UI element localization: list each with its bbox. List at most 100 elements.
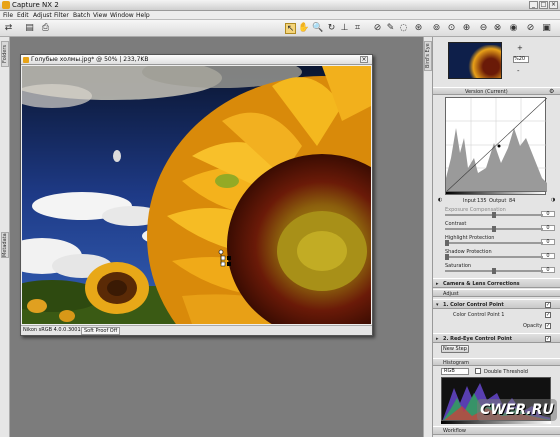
left-tab-strip: Folders Metadata (0, 37, 10, 437)
histogram-section[interactable]: Histogram (433, 358, 560, 366)
ccp-step-label: 1. Color Control Point (443, 302, 504, 308)
adjust-section[interactable]: Adjust (433, 289, 560, 297)
menu-window[interactable]: Window (110, 12, 134, 19)
shadow-field[interactable]: 0 (541, 253, 555, 259)
lasso-tool-icon[interactable]: ◌ (398, 23, 409, 34)
menu-adjust[interactable]: Adjust (33, 12, 52, 19)
zoom-tool-icon[interactable]: 🔍 (312, 23, 323, 34)
opacity-checkbox[interactable]: ✓ (545, 323, 551, 329)
highlight-label: Highlight Protection (445, 235, 495, 241)
auto-retouch-icon[interactable]: ⊚ (431, 23, 442, 34)
crop-tool-icon[interactable]: ⌗ (352, 23, 363, 34)
double-threshold-label: Double Threshold (484, 369, 528, 375)
selection-control-point-icon[interactable]: ⊘ (525, 23, 536, 34)
ccp-item-checkbox[interactable]: ✓ (545, 312, 551, 318)
input-gradient (445, 191, 546, 195)
redeye-step-label: 2. Red-Eye Control Point (443, 336, 512, 342)
saturation-slider[interactable] (445, 268, 543, 274)
menu-file[interactable]: File (3, 12, 13, 19)
direct-select-tool-icon[interactable]: ↖ (285, 23, 296, 34)
settings-gear-icon[interactable]: ⚙ (549, 88, 554, 95)
contrast-slider[interactable] (445, 226, 543, 232)
menu-filter[interactable]: Filter (54, 12, 69, 19)
histogram-label: Histogram (443, 360, 469, 366)
app-logo-icon (2, 1, 10, 9)
zoom-in-icon[interactable]: + (517, 44, 523, 52)
document-icon (23, 57, 29, 63)
version-label: Version (465, 89, 484, 95)
collapse-arrow-icon[interactable]: ▾ (436, 302, 439, 308)
menu-view[interactable]: View (93, 12, 107, 19)
close-button[interactable]: × (549, 1, 558, 9)
app-title: Capture NX 2 (12, 1, 59, 9)
new-step-button[interactable]: New Step (441, 345, 469, 353)
color-picker-icon[interactable]: ▣ (541, 23, 552, 34)
hand-tool-icon[interactable]: ✋ (298, 23, 309, 34)
version-value[interactable]: (Current) (485, 89, 508, 95)
contrast-label: Contrast (445, 221, 467, 227)
cwer-watermark: CWER.RU (477, 399, 557, 421)
tab-folders[interactable]: Folders (1, 41, 9, 67)
rotate-tool-icon[interactable]: ↻ (326, 23, 337, 34)
maximize-button[interactable]: □ (539, 1, 548, 9)
red-eye-control-point-icon[interactable]: ◉ (508, 23, 519, 34)
straighten-tool-icon[interactable]: ⊥ (339, 23, 350, 34)
image-window-title-bar[interactable]: Голубые холмы.jpg* @ 50% | 233,7KB × (21, 55, 372, 65)
camera-lens-section[interactable]: ▸ Camera & Lens Corrections (433, 278, 560, 288)
adjust-label: Adjust (443, 291, 459, 297)
save-icon[interactable]: ▤ (24, 23, 35, 34)
photo-canvas[interactable] (22, 66, 371, 324)
double-threshold-checkbox[interactable] (475, 368, 481, 374)
camera-lens-label: Camera & Lens Corrections (443, 281, 520, 287)
color-control-point-icon[interactable]: ⊕ (461, 23, 472, 34)
print-icon[interactable]: ⎙ (40, 23, 51, 34)
redeye-step-checkbox[interactable]: ✓ (545, 336, 551, 342)
tab-metadata[interactable]: Metadata (1, 232, 9, 258)
menu-batch[interactable]: Batch (73, 12, 90, 19)
eyedropper-icon[interactable]: ⊙ (446, 23, 457, 34)
version-bar: Version (Current) ⚙ (433, 87, 560, 95)
image-window-title: Голубые холмы.jpg* @ 50% | 233,7KB (31, 56, 149, 63)
output-label: Output (489, 198, 507, 204)
histogram-channel-select[interactable]: RGB (441, 368, 469, 375)
expand-arrow-icon[interactable]: ▸ (436, 336, 439, 342)
tab-birds-eye[interactable]: Bird's Eye (424, 41, 432, 71)
expand-arrow-icon[interactable]: ▸ (436, 281, 439, 287)
sunflower-photo (22, 66, 371, 324)
image-close-button[interactable]: × (360, 56, 368, 63)
output-value: 84 (509, 198, 516, 204)
black-control-point-icon[interactable]: ⊖ (478, 23, 489, 34)
highlight-field[interactable]: 0 (541, 239, 555, 245)
curves-graph[interactable] (445, 97, 548, 193)
red-eye-tool-icon[interactable]: ⊘ (372, 23, 383, 34)
exposure-field[interactable]: 0 (541, 211, 555, 217)
contrast-field[interactable]: 0 (541, 225, 555, 231)
title-bar: Capture NX 2 _ □ × (0, 0, 560, 11)
soft-proof-button[interactable]: Soft Proof Off (81, 327, 121, 335)
eyedropper-black-icon[interactable]: ◐ (438, 197, 442, 203)
ccp-step-checkbox[interactable]: ✓ (545, 302, 551, 308)
birds-eye-thumbnail[interactable] (448, 42, 502, 79)
right-panel: + %20 - Version (Current) ⚙ ◐ Input 135 … (432, 37, 560, 437)
opacity-label: Opacity (523, 323, 543, 329)
workflow-section[interactable]: Workflow (433, 426, 560, 435)
white-control-point-icon[interactable]: ⊗ (492, 23, 503, 34)
highlight-slider[interactable] (445, 240, 543, 246)
small-sunflower (85, 262, 149, 314)
shadow-slider[interactable] (445, 254, 543, 260)
saturation-field[interactable]: 0 (541, 267, 555, 273)
menu-edit[interactable]: Edit (17, 12, 29, 19)
ccp-step[interactable]: ▾ 1. Color Control Point ✓ (433, 299, 560, 309)
zoom-field[interactable]: %20 (513, 56, 529, 63)
fill-tool-icon[interactable]: ⊛ (413, 23, 424, 34)
redeye-step[interactable]: ▸ 2. Red-Eye Control Point ✓ (433, 333, 560, 343)
minimize-button[interactable]: _ (529, 1, 538, 9)
menu-help[interactable]: Help (136, 12, 150, 19)
shadow-label: Shadow Protection (445, 249, 492, 255)
browser-icon[interactable]: ⇄ (3, 23, 14, 34)
exposure-slider[interactable] (445, 212, 543, 218)
eyedropper-white-icon[interactable]: ◑ (551, 197, 555, 203)
color-profile-label: Nikon sRGB 4.0.0.3001 (23, 327, 81, 333)
zoom-out-icon[interactable]: - (517, 67, 520, 75)
brush-tool-icon[interactable]: ✎ (385, 23, 396, 34)
